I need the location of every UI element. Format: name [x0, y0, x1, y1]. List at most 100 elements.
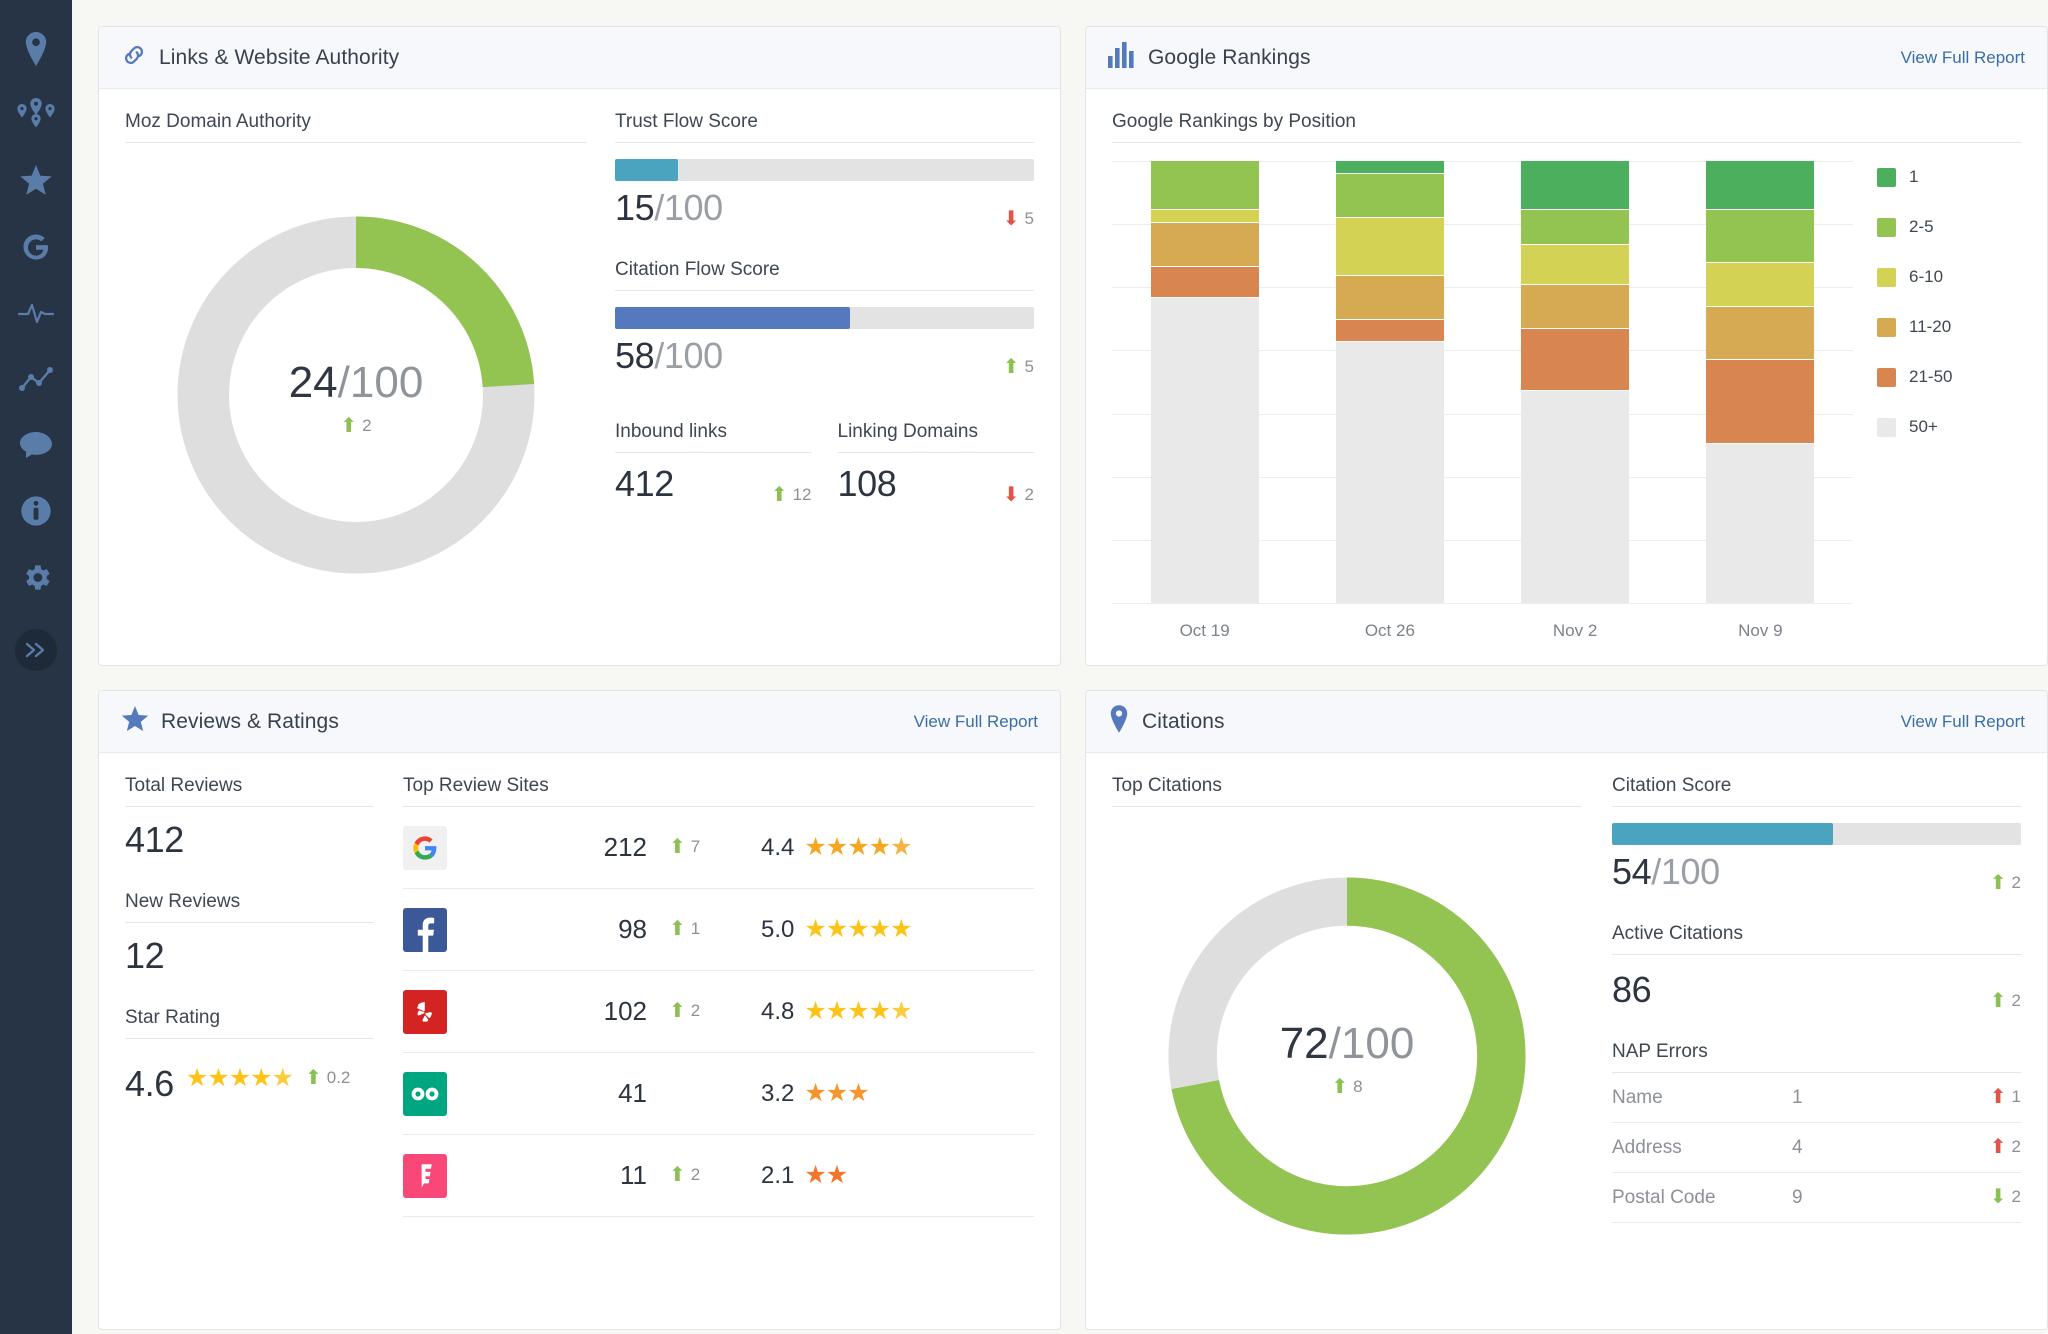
top-review-sites-label: Top Review Sites	[403, 775, 1034, 807]
citation-score-bar-fill	[1612, 823, 1833, 845]
trust-flow-delta: ⬇ 5	[1002, 208, 1034, 230]
bar-segment	[1335, 161, 1444, 175]
citation-score-label: Citation Score	[1612, 775, 2021, 807]
bar-segment	[1335, 320, 1444, 343]
sidebar-item-trends[interactable]	[0, 346, 72, 412]
x-axis-label: Nov 2	[1552, 621, 1598, 640]
legend-label: 1	[1909, 167, 1919, 186]
link-chain-icon	[121, 42, 147, 73]
citation-score-value: 54/100	[1612, 851, 1720, 892]
location-pin-icon	[1108, 705, 1130, 738]
citation-score-bar-track	[1612, 823, 2021, 845]
inbound-links-label: Inbound links	[615, 421, 812, 453]
x-axis-label: Oct 26	[1364, 621, 1415, 640]
review-site-rating-value: 4.8	[761, 997, 795, 1025]
legend-item[interactable]: 50+	[1877, 417, 2021, 437]
review-site-row[interactable]: 11 ⬆ 2 2.1 ★★	[403, 1135, 1034, 1217]
legend-swatch	[1877, 167, 1896, 187]
view-full-report-link[interactable]: View Full Report	[1901, 48, 2025, 68]
bar-column[interactable]	[1335, 161, 1444, 603]
nap-error-delta: ⬇ 2	[1989, 1186, 2021, 1208]
chart-bars	[1112, 161, 1853, 603]
bar-column[interactable]	[1706, 161, 1815, 603]
nap-error-name: Address	[1612, 1136, 1682, 1158]
bar-chart-icon	[1108, 42, 1136, 73]
bar-segment	[1521, 161, 1630, 210]
citation-flow-bar-fill	[615, 307, 850, 329]
sidebar-item-info[interactable]	[0, 478, 72, 544]
review-site-row[interactable]: 41 3.2 ★★★	[403, 1053, 1034, 1135]
legend-item[interactable]: 2-5	[1877, 217, 2021, 237]
expand-chevrons-icon	[15, 629, 57, 671]
sidebar-item-settings[interactable]	[0, 544, 72, 610]
card-body: Moz Domain Authority 24/100 ⬆ 2 Trust Fl…	[99, 89, 1060, 665]
legend-item[interactable]: 11-20	[1877, 317, 2021, 337]
reviews-ratings-card: Reviews & Ratings View Full Report Total…	[98, 690, 1061, 1330]
bar-segment	[1706, 161, 1815, 210]
top-citations-label: Top Citations	[1112, 775, 1582, 807]
x-axis-label: Nov 9	[1738, 621, 1783, 640]
legend-item[interactable]: 6-10	[1877, 267, 2021, 287]
sidebar-item-messages[interactable]	[0, 412, 72, 478]
bar-segment	[1335, 342, 1444, 603]
facebook-logo-icon	[403, 907, 447, 952]
review-site-count: 212	[603, 832, 647, 862]
review-site-stars: ★★★	[804, 1079, 869, 1107]
bar-segment	[1335, 218, 1444, 276]
legend-label: 50+	[1909, 417, 1938, 436]
review-site-count: 41	[618, 1078, 647, 1108]
card-body: Total Reviews 412 New Reviews 12 Star Ra…	[99, 753, 1060, 1329]
dashboard-grid: Links & Website Authority Moz Domain Aut…	[72, 0, 2048, 1334]
sidebar-item-google[interactable]	[0, 214, 72, 280]
review-site-row[interactable]: 102 ⬆ 2 4.8 ★★★★★	[403, 971, 1034, 1053]
bar-segment	[1150, 297, 1259, 603]
star-rating-label: Star Rating	[125, 1007, 373, 1039]
gear-icon	[20, 561, 53, 594]
bar-segment	[1150, 209, 1259, 223]
linking-domains-label: Linking Domains	[837, 421, 1034, 453]
card-body: Google Rankings by Position Oct 19 Oct 26…	[1086, 89, 2047, 665]
nap-error-value: 4	[1792, 1136, 1803, 1158]
citations-donut-center: 72/100 ⬆ 8	[1161, 870, 1533, 1247]
view-full-report-link[interactable]: View Full Report	[1901, 712, 2025, 732]
sidebar-collapse-button[interactable]	[0, 610, 72, 676]
review-site-delta: ⬆ 2	[669, 1000, 701, 1022]
nap-error-delta: ⬆ 2	[1989, 1136, 2021, 1158]
chart-area: Oct 19 Oct 26 Nov 2 Nov 9 1 2-5 6-10 11-20 21-5…	[1112, 143, 2021, 649]
app-root: Links & Website Authority Moz Domain Aut…	[0, 0, 2048, 1334]
google-g-icon	[20, 231, 52, 263]
moz-domain-authority-block: Moz Domain Authority 24/100 ⬆ 2	[125, 111, 587, 651]
inbound-links-block: Inbound links 412 ⬆ 12	[615, 421, 812, 505]
review-site-row[interactable]: 212 ⬆ 7 4.4 ★★★★★	[403, 807, 1034, 889]
bar-column[interactable]	[1521, 161, 1630, 603]
star-icon	[19, 165, 53, 197]
sidebar-item-activity[interactable]	[0, 280, 72, 346]
sidebar-item-local[interactable]	[0, 16, 72, 82]
total-reviews-block: Total Reviews 412	[125, 775, 373, 861]
top-review-sites: Top Review Sites 212 ⬆ 7 4.4 ★★★★★ 98 ⬆ 1 5.0 ★★★…	[373, 775, 1034, 1309]
bar-segment	[1521, 390, 1630, 603]
speech-bubble-icon	[19, 431, 53, 459]
bar-column[interactable]	[1150, 161, 1259, 603]
review-site-count: 98	[618, 914, 647, 944]
review-site-delta: ⬆ 2	[669, 1164, 701, 1186]
citation-score-block: Citation Score 54/100 ⬆ 2	[1612, 775, 2021, 893]
sidebar-item-reviews[interactable]	[0, 148, 72, 214]
citations-donut-wrap: 72/100 ⬆ 8	[1112, 807, 1582, 1309]
citation-flow-value-row: 58/100 ⬆ 5	[615, 335, 1034, 377]
active-citations-label: Active Citations	[1612, 923, 2021, 955]
legend-item[interactable]: 1	[1877, 167, 2021, 187]
legend-item[interactable]: 21-50	[1877, 367, 2021, 387]
google-rankings-card: Google Rankings View Full Report Google …	[1085, 26, 2048, 666]
view-full-report-link[interactable]: View Full Report	[914, 712, 1038, 732]
card-body: Top Citations 72/100 ⬆ 8 Citation Score …	[1086, 753, 2047, 1329]
review-site-row[interactable]: 98 ⬆ 1 5.0 ★★★★★	[403, 889, 1034, 971]
bar-segment	[1335, 275, 1444, 321]
new-reviews-block: New Reviews 12	[125, 891, 373, 977]
legend-label: 21-50	[1909, 367, 1953, 386]
sidebar-item-locations[interactable]	[0, 82, 72, 148]
nap-error-name: Postal Code	[1612, 1186, 1716, 1208]
review-site-stars: ★★★★★	[804, 833, 912, 861]
trust-flow-bar-fill	[615, 159, 678, 181]
multi-location-icon	[16, 98, 56, 132]
